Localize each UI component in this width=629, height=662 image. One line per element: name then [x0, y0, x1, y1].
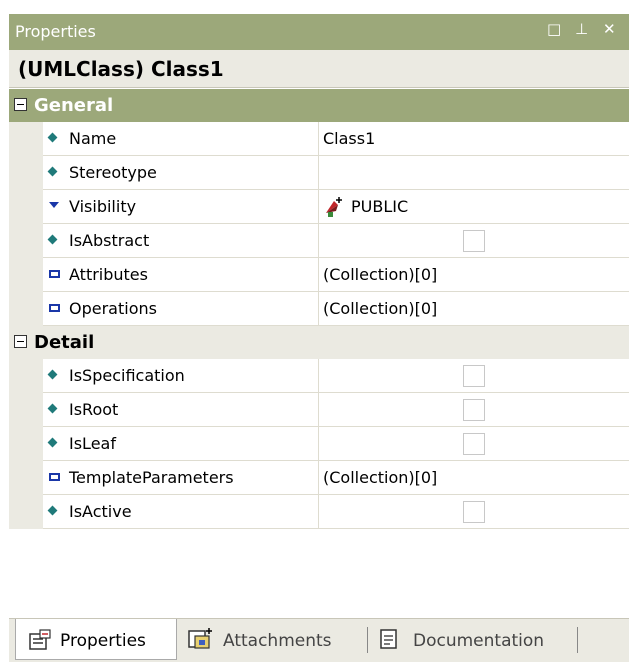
property-row-stereotype[interactable]: Stereotype — [9, 156, 629, 190]
row-gutter — [9, 427, 43, 461]
property-row-templateparameters[interactable]: TemplateParameters (Collection)[0] — [9, 461, 629, 495]
property-value-cell[interactable] — [319, 156, 629, 190]
property-attributes-label: Attributes — [69, 265, 148, 284]
property-isabstract-label: IsAbstract — [69, 231, 150, 250]
property-row-isroot[interactable]: IsRoot — [9, 393, 629, 427]
row-gutter — [9, 461, 43, 495]
property-isroot-label: IsRoot — [69, 400, 119, 419]
property-row-operations[interactable]: Operations (Collection)[0] — [9, 292, 629, 326]
properties-panel: Properties □ ⊥ ✕ (UMLClass) Class1 Gener… — [9, 14, 629, 662]
pin-icon[interactable]: ⊥ — [575, 20, 588, 38]
category-detail-label: Detail — [34, 332, 95, 353]
restore-icon[interactable]: □ — [547, 20, 561, 38]
category-detail[interactable]: Detail — [9, 326, 629, 359]
row-gutter — [9, 122, 43, 156]
documentation-tab-icon — [380, 629, 397, 649]
collapse-toggle-icon[interactable] — [14, 98, 27, 111]
tab-attachments-label: Attachments — [223, 631, 332, 651]
property-row-attributes[interactable]: Attributes (Collection)[0] — [9, 258, 629, 292]
bottom-tab-strip: Properties Attachments Documentation — [9, 618, 629, 662]
collection-icon — [49, 473, 60, 481]
isspecification-checkbox[interactable] — [463, 365, 485, 387]
property-stereotype-label: Stereotype — [69, 163, 157, 182]
tab-documentation-label: Documentation — [413, 631, 545, 651]
row-gutter — [9, 359, 43, 393]
collection-icon — [49, 304, 60, 312]
dropdown-triangle-icon — [49, 202, 59, 208]
property-visibility-label: Visibility — [69, 197, 137, 216]
close-icon[interactable]: ✕ — [603, 20, 616, 38]
property-row-isactive[interactable]: IsActive — [9, 495, 629, 529]
property-row-isspecification[interactable]: IsSpecification — [9, 359, 629, 393]
tab-properties-label: Properties — [60, 631, 146, 651]
property-operations-value[interactable]: (Collection)[0] — [323, 299, 437, 318]
isleaf-checkbox[interactable] — [463, 433, 485, 455]
category-general-label: General — [34, 95, 114, 116]
properties-tab-icon — [29, 629, 51, 650]
public-visibility-icon — [326, 197, 342, 217]
property-name-value[interactable]: Class1 — [323, 129, 375, 148]
property-attributes-value[interactable]: (Collection)[0] — [323, 265, 437, 284]
isabstract-checkbox[interactable] — [463, 230, 485, 252]
property-templateparameters-value[interactable]: (Collection)[0] — [323, 468, 437, 487]
row-gutter — [9, 156, 43, 190]
row-gutter — [9, 258, 43, 292]
tab-documentation[interactable]: Documentation — [371, 619, 571, 659]
property-templateparameters-label: TemplateParameters — [69, 468, 234, 487]
property-operations-label: Operations — [69, 299, 157, 318]
category-detail-fill — [9, 326, 629, 359]
property-visibility-value[interactable]: PUBLIC — [351, 197, 408, 216]
property-row-name[interactable]: Name Class1 — [9, 122, 629, 156]
panel-title: Properties — [15, 22, 96, 41]
row-gutter — [9, 495, 43, 529]
property-name-label: Name — [69, 129, 117, 148]
collapse-toggle-icon[interactable] — [14, 335, 27, 348]
property-row-visibility[interactable]: Visibility PUBLIC — [9, 190, 629, 224]
tab-separator — [367, 627, 368, 653]
row-gutter — [9, 393, 43, 427]
property-isspecification-label: IsSpecification — [69, 366, 185, 385]
tab-properties[interactable]: Properties — [15, 619, 177, 660]
tab-attachments[interactable]: Attachments — [179, 619, 355, 659]
row-gutter — [9, 190, 43, 224]
selected-element-header: (UMLClass) Class1 — [9, 50, 629, 88]
panel-titlebar: Properties □ ⊥ ✕ — [9, 14, 629, 50]
tab-separator — [577, 627, 578, 653]
property-row-isleaf[interactable]: IsLeaf — [9, 427, 629, 461]
attachments-tab-icon — [188, 628, 212, 649]
collection-icon — [49, 270, 60, 278]
category-general[interactable]: General — [9, 89, 629, 122]
row-gutter — [9, 292, 43, 326]
property-isactive-label: IsActive — [69, 502, 132, 521]
isactive-checkbox[interactable] — [463, 501, 485, 523]
isroot-checkbox[interactable] — [463, 399, 485, 421]
property-isleaf-label: IsLeaf — [69, 434, 116, 453]
property-row-isabstract[interactable]: IsAbstract — [9, 224, 629, 258]
row-gutter — [9, 224, 43, 258]
